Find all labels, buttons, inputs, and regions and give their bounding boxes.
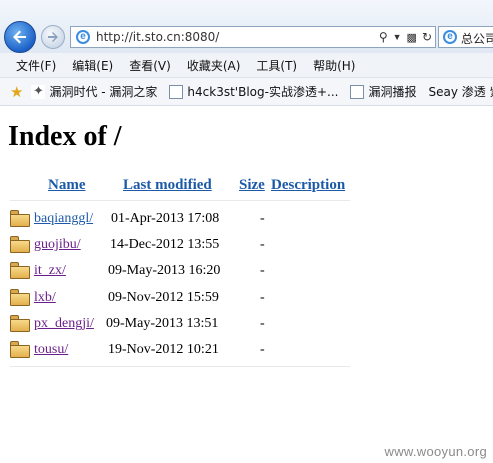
menu-tools[interactable]: 工具(T) [256, 57, 297, 74]
favorite-label: 漏洞播报 [368, 85, 417, 99]
folder-icon [10, 262, 30, 279]
column-header-size[interactable]: Size [239, 177, 265, 194]
page-icon [169, 84, 184, 99]
directory-link[interactable]: lxb/ [34, 290, 56, 306]
file-size: - [260, 211, 265, 226]
folder-icon [10, 341, 30, 358]
file-size: - [260, 237, 265, 252]
column-header-name[interactable]: Name [48, 177, 86, 194]
folder-icon [10, 289, 30, 306]
favorite-item-1[interactable]: ✦ 漏洞时代 - 漏洞之家 [31, 83, 157, 100]
table-row: baqianggl/ 01-Apr-2013 17:08 - [8, 209, 358, 231]
tab-title: 总公司 [461, 32, 493, 46]
browser-navbar: e http://it.sto.cn:8080/ ⚲ ▼ ▩ ↻ e 总公司 [0, 0, 493, 53]
menu-view[interactable]: 查看(V) [129, 57, 171, 74]
favorite-label: Seay 渗透 紫 [428, 85, 493, 99]
menu-bar: 文件(F) 编辑(E) 查看(V) 收藏夹(A) 工具(T) 帮助(H) [0, 53, 493, 78]
page-content: Index of / Name Last modified Size Descr… [0, 106, 493, 463]
modified-date: 01-Apr-2013 17:08 [111, 211, 220, 226]
address-url[interactable]: http://it.sto.cn:8080/ [96, 30, 219, 44]
file-size: - [260, 316, 265, 331]
arrow-left-icon [13, 30, 26, 44]
menu-edit[interactable]: 编辑(E) [72, 57, 113, 74]
tab-ie-icon: e [443, 30, 457, 44]
arrow-right-icon [48, 32, 58, 42]
forward-button[interactable] [41, 25, 65, 49]
compatibility-icon[interactable]: ▩ [407, 31, 417, 44]
menu-favorites[interactable]: 收藏夹(A) [187, 57, 241, 74]
favorites-bar: ★ ✦ 漏洞时代 - 漏洞之家 h4ck3st'Blog-实战渗透+... 漏洞… [0, 78, 493, 106]
table-row: guojibu/ 14-Dec-2012 13:55 - [8, 235, 358, 257]
favorites-star-icon[interactable]: ★ [10, 83, 23, 101]
search-icon[interactable]: ⚲ [379, 30, 388, 44]
menu-help[interactable]: 帮助(H) [313, 57, 355, 74]
address-bar[interactable]: e http://it.sto.cn:8080/ ⚲ ▼ ▩ ↻ [70, 26, 436, 48]
folder-icon [10, 315, 30, 332]
favorite-label: 漏洞时代 - 漏洞之家 [49, 85, 158, 99]
folder-icon [10, 236, 30, 253]
menu-file[interactable]: 文件(F) [16, 57, 56, 74]
site-x-icon: ✦ [31, 83, 46, 99]
table-row: px_dengji/ 09-May-2013 13:51 - [8, 314, 358, 336]
table-row: it_zx/ 09-May-2013 16:20 - [8, 261, 358, 283]
table-row: tousu/ 19-Nov-2012 10:21 - [8, 340, 358, 362]
directory-link[interactable]: it_zx/ [34, 263, 66, 279]
favorite-item-3[interactable]: 漏洞播报 [350, 83, 416, 100]
favorite-label: h4ck3st'Blog-实战渗透+... [187, 85, 339, 99]
favorite-item-2[interactable]: h4ck3st'Blog-实战渗透+... [169, 83, 338, 100]
browser-tab[interactable]: e 总公司 [438, 26, 493, 48]
page-icon [350, 84, 365, 99]
file-size: - [260, 290, 265, 305]
column-header-description[interactable]: Description [271, 177, 345, 194]
file-size: - [260, 342, 265, 357]
table-row: lxb/ 09-Nov-2012 15:59 - [8, 288, 358, 310]
folder-icon [10, 210, 30, 227]
modified-date: 09-May-2013 16:20 [108, 263, 221, 278]
watermark-text: www.wooyun.org [384, 444, 487, 459]
refresh-icon[interactable]: ↻ [422, 30, 432, 44]
file-size: - [260, 263, 265, 278]
modified-date: 09-Nov-2012 15:59 [108, 290, 219, 305]
modified-date: 19-Nov-2012 10:21 [108, 342, 219, 357]
directory-link[interactable]: tousu/ [34, 342, 68, 358]
directory-link[interactable]: baqianggl/ [34, 211, 93, 227]
address-tools: ⚲ ▼ ▩ ↻ [379, 29, 432, 45]
directory-link[interactable]: px_dengji/ [34, 316, 94, 332]
back-button[interactable] [4, 21, 36, 53]
favorite-item-4[interactable]: Seay 渗透 紫 [428, 83, 493, 100]
ie-page-icon: e [76, 30, 90, 44]
page-title: Index of / [8, 121, 122, 152]
modified-date: 09-May-2013 13:51 [106, 316, 219, 331]
modified-date: 14-Dec-2012 13:55 [110, 237, 220, 252]
directory-link[interactable]: guojibu/ [34, 237, 81, 253]
dropdown-icon[interactable]: ▼ [393, 32, 402, 42]
header-divider [10, 200, 350, 201]
footer-divider [10, 366, 350, 367]
column-header-last-modified[interactable]: Last modified [123, 177, 212, 194]
